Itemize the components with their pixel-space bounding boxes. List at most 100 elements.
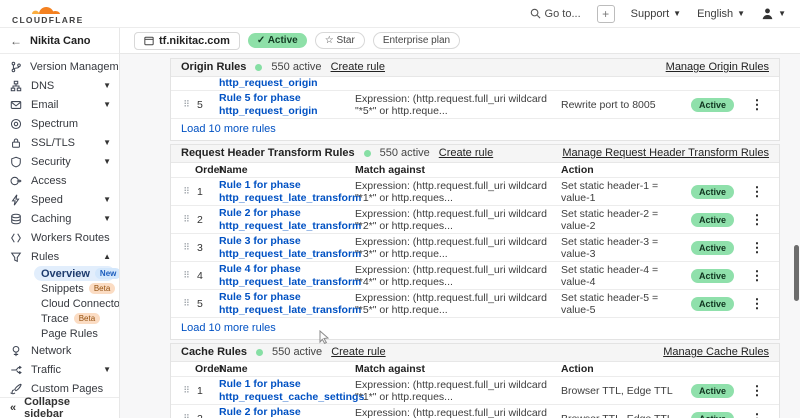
collapse-sidebar-button[interactable]: « Collapse sidebar (0, 397, 119, 418)
lock-icon (10, 136, 23, 149)
rule-name-link[interactable]: http_request_origin (219, 77, 619, 90)
sidebar-item-caching[interactable]: Caching ▼ (0, 209, 119, 228)
chevron-down-icon: ▼ (103, 157, 111, 166)
sidebar-item-label: Caching (31, 213, 103, 225)
domain-name: tf.nikitac.com (159, 35, 230, 47)
load-more-link[interactable]: Load 10 more rules (171, 118, 779, 140)
kebab-menu-icon[interactable]: ⋮ (747, 212, 767, 228)
origin-rules-card: Origin Rules 550 active Create rule Mana… (170, 58, 780, 141)
site-icon (144, 36, 154, 46)
drag-handle-icon[interactable]: ⠿ (177, 413, 195, 418)
plan-badge: Enterprise plan (373, 32, 460, 49)
rule-name-link[interactable]: Rule 2 for phasehttp_request_late_transf… (219, 207, 355, 232)
kebab-menu-icon[interactable]: ⋮ (747, 296, 767, 312)
rule-match: Expression: (http.request.full_uri wildc… (355, 379, 561, 403)
add-site-button[interactable]: + (597, 5, 615, 23)
create-rule-link[interactable]: Create rule (439, 147, 493, 159)
sidebar-item-label: Overview (41, 268, 90, 280)
status-badge: Active (691, 241, 734, 255)
drag-handle-icon[interactable]: ⠿ (177, 99, 195, 110)
go-to-search[interactable]: Go to... (530, 8, 581, 20)
create-rule-link[interactable]: Create rule (331, 346, 385, 358)
kebab-menu-icon[interactable]: ⋮ (747, 184, 767, 200)
load-more-link[interactable]: Load 10 more rules (171, 317, 779, 339)
rule-name-link[interactable]: Rule 5 for phasehttp_request_late_transf… (219, 291, 355, 316)
cloudflare-logo[interactable]: CLOUDFLARE (12, 2, 84, 25)
sidebar-item-label: Cloud Connector (41, 298, 119, 310)
kebab-menu-icon[interactable]: ⋮ (747, 383, 767, 399)
rule-action: Browser TTL, Edge TTL (561, 413, 691, 418)
rule-name-link[interactable]: Rule 1 for phasehttp_request_cache_setti… (219, 378, 355, 403)
manage-cache-rules-link[interactable]: Manage Cache Rules (663, 346, 769, 358)
search-icon (530, 8, 541, 19)
drag-handle-icon[interactable]: ⠿ (177, 270, 195, 281)
vertical-scrollbar-thumb[interactable] (794, 245, 799, 301)
column-name: Name (219, 363, 355, 375)
rule-name-link[interactable]: Rule 5 for phasehttp_request_origin (219, 92, 355, 117)
drag-handle-icon[interactable]: ⠿ (177, 242, 195, 253)
manage-transform-rules-link[interactable]: Manage Request Header Transform Rules (562, 147, 769, 159)
drag-handle-icon[interactable]: ⠿ (177, 214, 195, 225)
kebab-menu-icon[interactable]: ⋮ (747, 411, 767, 418)
sidebar-item-overview[interactable]: Overview New (34, 266, 115, 281)
drag-handle-icon[interactable]: ⠿ (177, 385, 195, 396)
rule-name-link[interactable]: Rule 2 for phasehttp_request_cache_setti… (219, 406, 355, 418)
user-account-menu[interactable]: ▼ (761, 7, 786, 20)
rule-order: 5 (195, 99, 219, 111)
rule-action: Set static header-5 = value-5 (561, 292, 691, 316)
sidebar-item-security[interactable]: Security ▼ (0, 152, 119, 171)
sidebar-item-network[interactable]: Network (0, 341, 119, 360)
sidebar-item-rules[interactable]: Rules ▲ (0, 247, 119, 266)
sidebar-item-speed[interactable]: Speed ▼ (0, 190, 119, 209)
rule-name-link[interactable]: Rule 3 for phasehttp_request_late_transf… (219, 235, 355, 260)
traffic-icon (10, 363, 23, 376)
sidebar-item-snippets[interactable]: Snippets Beta (0, 281, 119, 296)
sidebar-item-ssl-tls[interactable]: SSL/TLS ▼ (0, 133, 119, 152)
sidebar-item-workers-routes[interactable]: Workers Routes (0, 228, 119, 247)
sidebar-item-version-management[interactable]: Version Management (0, 57, 119, 76)
star-button[interactable]: ☆ Star (315, 32, 365, 49)
language-menu[interactable]: English ▼ (697, 8, 745, 20)
rule-name-link[interactable]: Rule 4 for phasehttp_request_late_transf… (219, 263, 355, 288)
section-title: Cache Rules (181, 346, 247, 358)
support-label: Support (631, 8, 670, 20)
sidebar-item-label: Page Rules (41, 328, 98, 340)
status-badge: Active (691, 297, 734, 311)
kebab-menu-icon[interactable]: ⋮ (747, 268, 767, 284)
sidebar-item-traffic[interactable]: Traffic ▼ (0, 360, 119, 379)
sidebar-item-access[interactable]: Access (0, 171, 119, 190)
sidebar-item-page-rules[interactable]: Page Rules (0, 326, 119, 341)
support-menu[interactable]: Support ▼ (631, 8, 681, 20)
request-header-transform-rules-card: Request Header Transform Rules 550 activ… (170, 144, 780, 340)
create-rule-link[interactable]: Create rule (331, 61, 385, 73)
back-arrow-icon[interactable]: ← (10, 34, 22, 48)
rule-match: Expression: (http.request.full_uri wildc… (355, 208, 561, 232)
drag-handle-icon[interactable]: ⠿ (177, 186, 195, 197)
cloudflare-cloud-icon (31, 2, 65, 15)
sidebar-item-dns[interactable]: DNS ▼ (0, 76, 119, 95)
sidebar-item-spectrum[interactable]: Spectrum (0, 114, 119, 133)
network-icon (10, 344, 23, 357)
account-header[interactable]: ← Nikita Cano (0, 28, 119, 54)
sidebar-item-trace[interactable]: Trace Beta (0, 311, 119, 326)
rule-action: Browser TTL, Edge TTL (561, 385, 691, 397)
beta-badge: Beta (89, 283, 115, 294)
status-badge: Active (691, 269, 734, 283)
sidebar-item-custom-pages[interactable]: Custom Pages (0, 379, 119, 397)
rule-name-link[interactable]: Rule 1 for phasehttp_request_late_transf… (219, 179, 355, 204)
status-badge: Active (691, 98, 734, 112)
kebab-menu-icon[interactable]: ⋮ (747, 240, 767, 256)
rule-match: Expression: (http.request.full_uri wildc… (355, 264, 561, 288)
domain-selector[interactable]: tf.nikitac.com (134, 32, 240, 50)
sidebar-item-label: Speed (31, 194, 103, 206)
drag-handle-icon[interactable]: ⠿ (177, 298, 195, 309)
sidebar-item-email[interactable]: Email ▼ (0, 95, 119, 114)
column-match: Match against (355, 164, 561, 176)
kebab-menu-icon[interactable]: ⋮ (747, 97, 767, 113)
sidebar-item-label: Spectrum (31, 118, 111, 130)
rule-order: 2 (195, 413, 219, 418)
sidebar-item-cloud-connector[interactable]: Cloud Connector Beta (0, 296, 119, 311)
rule-match: Expression: (http.request.full_uri wildc… (355, 180, 561, 204)
manage-origin-rules-link[interactable]: Manage Origin Rules (666, 61, 769, 73)
sidebar-item-label: Trace (41, 313, 69, 325)
